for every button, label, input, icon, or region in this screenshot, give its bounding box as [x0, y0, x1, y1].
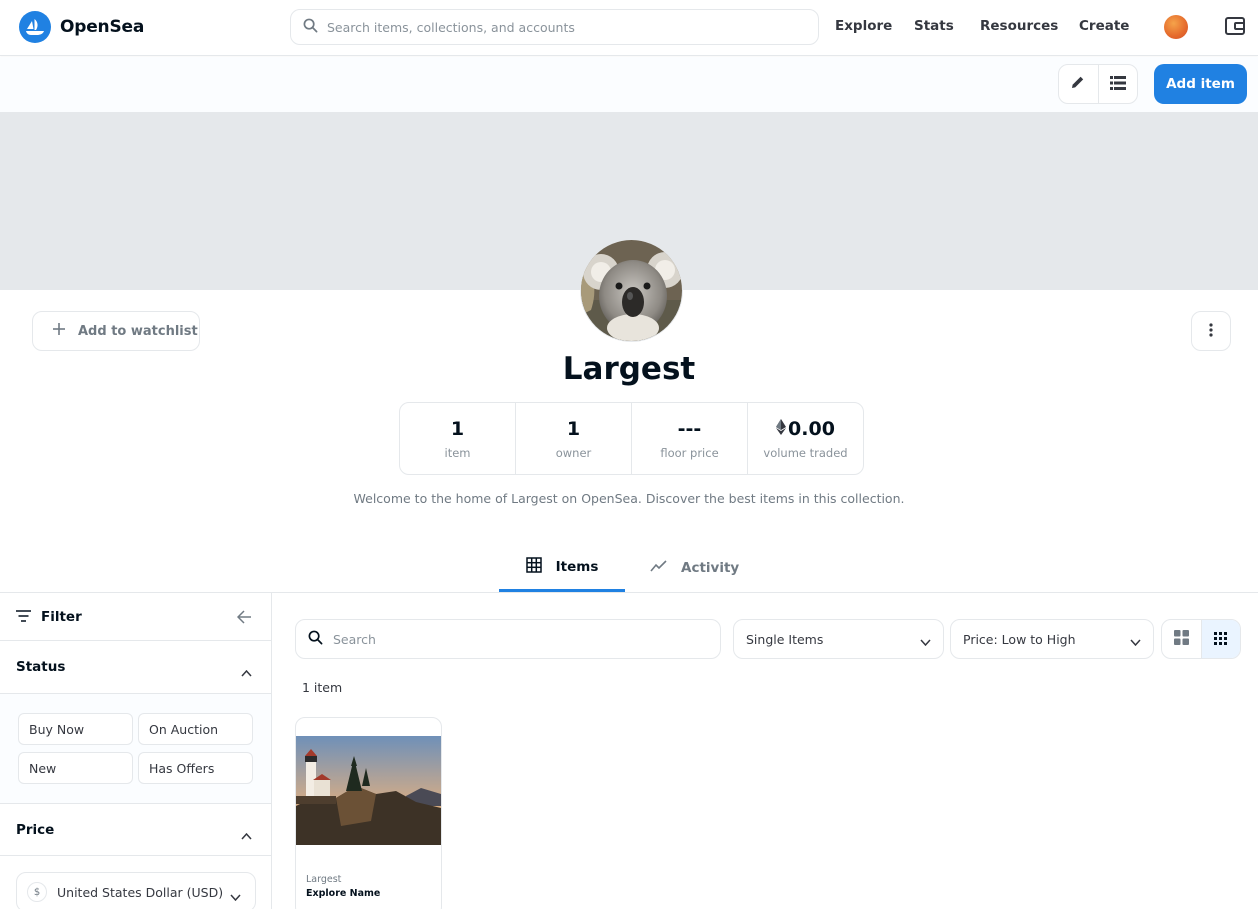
brand-name: OpenSea: [60, 17, 145, 37]
items-search[interactable]: [295, 619, 721, 659]
status-options: Buy Now On Auction New Has Offers: [0, 694, 271, 804]
status-title: Status: [16, 659, 66, 675]
global-search-input[interactable]: [327, 19, 797, 35]
status-new[interactable]: New: [18, 752, 133, 784]
stat-label: floor price: [660, 445, 719, 460]
wallet-icon[interactable]: [1224, 15, 1246, 37]
global-search[interactable]: [290, 9, 819, 45]
more-options-button[interactable]: [1191, 311, 1231, 351]
profile-avatar[interactable]: [1164, 15, 1188, 39]
stat-floor-price[interactable]: --- floor price: [631, 403, 747, 474]
ethereum-icon: [776, 418, 787, 440]
stat-items[interactable]: 1 item: [400, 403, 515, 474]
large-grid-button[interactable]: [1162, 620, 1201, 658]
item-image: [296, 736, 441, 845]
currency-label: United States Dollar (USD): [57, 884, 224, 900]
tab-items[interactable]: Items: [499, 544, 625, 592]
collection-avatar: [580, 239, 683, 342]
tab-activity[interactable]: Activity: [650, 544, 739, 592]
small-grid-icon: [1214, 630, 1228, 649]
search-icon: [308, 630, 323, 649]
small-grid-button[interactable]: [1200, 620, 1240, 658]
collection-stats: 1 item 1 owner --- floor price 0.00 volu…: [399, 402, 864, 475]
opensea-logo-icon: [19, 11, 51, 43]
filter-sidebar: Filter Status Buy Now On Auction New Has…: [0, 593, 272, 909]
add-item-button[interactable]: Add item: [1154, 64, 1247, 104]
chevron-up-icon: [241, 825, 252, 844]
item-count: 1 item: [302, 680, 343, 695]
nav-link-stats[interactable]: Stats: [914, 18, 954, 34]
stat-owners[interactable]: 1 owner: [515, 403, 631, 474]
sort-value: Price: Low to High: [963, 631, 1076, 647]
plus-icon: [52, 322, 66, 340]
view-toggle: [1161, 619, 1241, 659]
nav-link-create[interactable]: Create: [1079, 18, 1129, 34]
pencil-icon: [1070, 74, 1086, 94]
stat-label: owner: [555, 445, 592, 460]
collection-description: Welcome to the home of Largest on OpenSe…: [353, 491, 905, 506]
filter-title: Filter: [41, 608, 82, 625]
grid-icon: [525, 556, 542, 577]
tab-label: Activity: [681, 560, 740, 576]
nav-link-explore[interactable]: Explore: [835, 18, 892, 34]
nav-link-resources[interactable]: Resources: [980, 18, 1058, 34]
collection-title: Largest: [562, 351, 696, 387]
tab-label: Items: [555, 558, 599, 575]
price-title: Price: [16, 821, 55, 838]
stat-value: 1: [450, 417, 465, 440]
stat-value: 0.00: [788, 417, 835, 440]
chevron-up-icon: [241, 662, 252, 681]
large-grid-icon: [1173, 629, 1189, 649]
status-buy-now[interactable]: Buy Now: [18, 713, 133, 745]
stat-value: 1: [566, 417, 581, 440]
status-section-header[interactable]: Status: [0, 641, 271, 694]
more-vertical-icon: [1209, 322, 1213, 341]
item-name: Explore Name: [306, 888, 381, 899]
add-to-watchlist-button[interactable]: Add to watchlist: [32, 311, 200, 351]
stat-value: ---: [677, 417, 702, 440]
filter-icon: [16, 607, 31, 626]
stat-value-wrap: 0.00: [776, 418, 835, 440]
collection-tabs: Items Activity: [0, 544, 1258, 593]
collection-action-bar: Add item: [0, 57, 1258, 112]
stat-label: volume traded: [763, 445, 848, 460]
item-type-select[interactable]: Single Items: [733, 619, 944, 659]
edit-collection-button[interactable]: [1059, 65, 1098, 103]
stat-volume-traded[interactable]: 0.00 volume traded: [747, 403, 863, 474]
trend-icon: [650, 560, 667, 576]
status-on-auction[interactable]: On Auction: [138, 713, 253, 745]
item-type-value: Single Items: [746, 631, 824, 647]
price-section-header[interactable]: Price: [0, 804, 271, 856]
collection-list-button[interactable]: [1097, 65, 1137, 103]
currency-symbol: $: [27, 882, 47, 902]
list-icon: [1109, 75, 1126, 94]
chevron-down-icon: [1130, 634, 1141, 649]
brand-logo[interactable]: OpenSea: [19, 11, 144, 43]
currency-select[interactable]: $ United States Dollar (USD): [16, 872, 256, 909]
collapse-arrow-icon[interactable]: [236, 609, 252, 628]
chevron-down-icon: [230, 889, 241, 904]
collection-tools: [1058, 64, 1138, 104]
chevron-down-icon: [920, 634, 931, 649]
item-card[interactable]: Largest Explore Name: [295, 717, 442, 909]
search-icon: [303, 18, 318, 37]
top-nav: OpenSea Explore Stats Resources Create: [0, 0, 1258, 56]
status-has-offers[interactable]: Has Offers: [138, 752, 253, 784]
sort-select[interactable]: Price: Low to High: [950, 619, 1154, 659]
items-search-input[interactable]: [333, 631, 703, 647]
watchlist-label: Add to watchlist: [78, 323, 198, 339]
stat-label: item: [444, 445, 471, 460]
filter-header[interactable]: Filter: [0, 593, 271, 641]
item-collection-name: Largest: [306, 874, 342, 885]
